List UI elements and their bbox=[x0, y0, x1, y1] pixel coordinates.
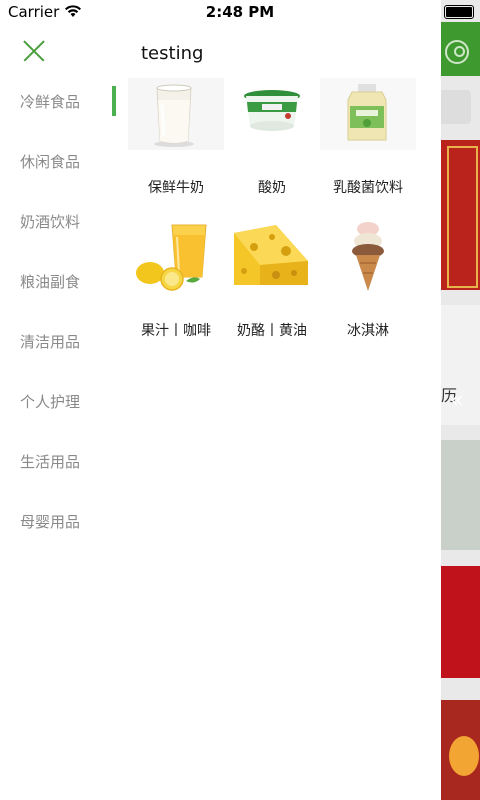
category-drawer: testing 冷鲜食品 休闲食品 奶酒饮料 粮油副食 清洁用品 个人护理 生活… bbox=[0, 0, 441, 800]
product-tile-cheese-butter[interactable]: 奶酪丨黄油 bbox=[224, 221, 320, 351]
product-tile-yogurt[interactable]: 酸奶 bbox=[224, 78, 320, 208]
ice-cream-cone-icon bbox=[352, 222, 384, 291]
product-tile-ice-cream[interactable]: 冰淇淋 bbox=[320, 221, 416, 351]
milk-glass-icon bbox=[128, 78, 224, 150]
drawer-title: testing bbox=[141, 43, 204, 64]
category-item-household[interactable]: 生活用品 bbox=[0, 432, 112, 492]
product-tile-fresh-milk[interactable]: 保鲜牛奶 bbox=[128, 78, 224, 208]
category-item-mother-baby[interactable]: 母婴用品 bbox=[0, 492, 112, 552]
product-label: 冰淇淋 bbox=[347, 323, 389, 339]
category-item-grain-oil[interactable]: 粮油副食 bbox=[0, 252, 112, 312]
background-search-bar[interactable] bbox=[441, 90, 471, 124]
double-chevron-left-icon[interactable]: « bbox=[450, 388, 463, 413]
category-label: 粮油副食 bbox=[20, 273, 81, 291]
product-tile-juice-coffee[interactable]: 果汁丨咖啡 bbox=[128, 221, 224, 351]
active-category-indicator bbox=[112, 86, 116, 116]
background-banner bbox=[441, 140, 480, 290]
product-tile-probiotic-drink[interactable]: 乳酸菌饮料 bbox=[320, 78, 416, 208]
category-label: 冷鲜食品 bbox=[20, 93, 81, 111]
background-promo-badge bbox=[449, 736, 479, 776]
cheese-icon bbox=[234, 225, 308, 285]
category-label: 生活用品 bbox=[20, 453, 81, 471]
product-label: 乳酸菌饮料 bbox=[333, 180, 403, 196]
category-label: 个人护理 bbox=[20, 393, 81, 411]
juice-lemon-icon bbox=[136, 224, 207, 291]
category-list: 冷鲜食品 休闲食品 奶酒饮料 粮油副食 清洁用品 个人护理 生活用品 母婴用品 bbox=[0, 72, 112, 552]
status-time: 2:48 PM bbox=[205, 3, 275, 21]
user-icon[interactable] bbox=[445, 40, 469, 64]
status-bar: Carrier 2:48 PM bbox=[0, 0, 480, 24]
category-item-cold-fresh[interactable]: 冷鲜食品 bbox=[0, 72, 112, 132]
yogurt-cup-icon bbox=[244, 90, 300, 131]
category-item-snacks[interactable]: 休闲食品 bbox=[0, 132, 112, 192]
category-item-personal-care[interactable]: 个人护理 bbox=[0, 372, 112, 432]
category-item-cleaning[interactable]: 清洁用品 bbox=[0, 312, 112, 372]
close-icon[interactable] bbox=[22, 39, 46, 63]
category-label: 休闲食品 bbox=[20, 153, 81, 171]
category-label: 母婴用品 bbox=[20, 513, 81, 531]
probiotic-drink-bottle-icon bbox=[320, 78, 416, 150]
category-item-dairy-drinks[interactable]: 奶酒饮料 bbox=[0, 192, 112, 252]
background-banner bbox=[441, 566, 480, 678]
battery-icon bbox=[444, 5, 474, 19]
category-label: 清洁用品 bbox=[20, 333, 81, 351]
background-image bbox=[441, 440, 480, 550]
category-label: 奶酒饮料 bbox=[20, 213, 81, 231]
